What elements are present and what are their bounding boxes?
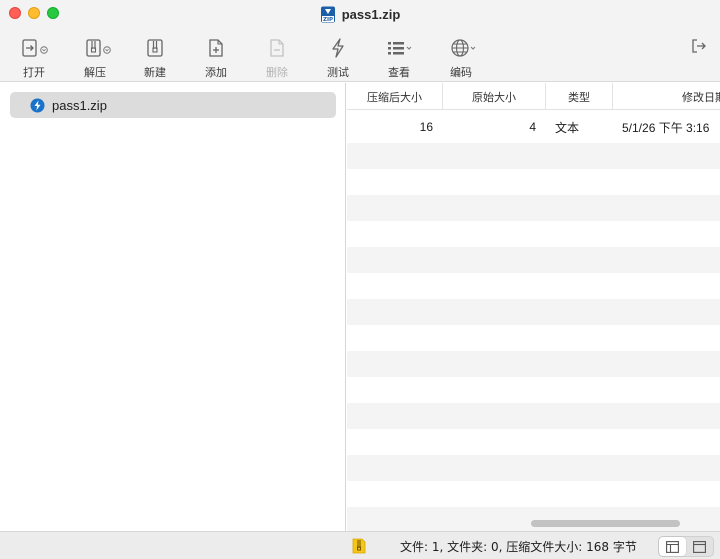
open-icon	[22, 39, 48, 57]
sidebar-item-label: pass1.zip	[52, 97, 107, 113]
zip-archive-icon	[30, 98, 45, 112]
empty-row	[347, 247, 720, 273]
toolbar-encoding-button[interactable]: 编码	[436, 36, 486, 80]
empty-row	[347, 325, 720, 351]
exit-icon[interactable]	[690, 37, 708, 55]
empty-row	[347, 403, 720, 429]
column-header-modified-date[interactable]: 修改日期	[613, 83, 720, 110]
toolbar-new-label: 新建	[144, 66, 166, 79]
add-file-icon	[209, 39, 223, 57]
toolbar-extract-label: 解压	[84, 66, 106, 79]
empty-row	[347, 221, 720, 247]
status-bar: 文件: 1, 文件夹: 0, 压缩文件大小: 168 字节	[0, 531, 720, 559]
globe-icon	[451, 39, 476, 57]
toolbar-add-label: 添加	[205, 66, 227, 79]
view-mode-toggle	[658, 536, 714, 557]
toolbar-view-button[interactable]: 查看	[374, 36, 424, 80]
empty-row	[347, 429, 720, 455]
empty-row	[347, 169, 720, 195]
window-title-text: pass1.zip	[341, 6, 401, 22]
svg-text:ZIP: ZIP	[323, 17, 333, 23]
horizontal-scrollbar[interactable]	[531, 520, 680, 527]
column-header-compressed-size[interactable]: 压缩后大小	[347, 83, 443, 110]
file-table: 压缩后大小 原始大小 类型 修改日期 16 4 文本 5/1/26 下午 3:1…	[347, 83, 720, 531]
test-icon	[332, 38, 344, 58]
empty-row	[347, 195, 720, 221]
toolbar-view-label: 查看	[388, 66, 410, 79]
empty-row	[347, 351, 720, 377]
archive-status-icon	[352, 538, 366, 554]
cell-compressed-size: 16	[419, 120, 433, 134]
delete-file-icon	[270, 39, 284, 57]
window-title: ZIP pass1.zip	[0, 4, 720, 24]
toolbar-delete-button[interactable]: 删除	[252, 36, 302, 80]
split-view-icon	[666, 540, 679, 553]
title-bar: ZIP pass1.zip 打开 解压 新建 添加 删除 测试 查看 编码	[0, 0, 720, 82]
column-header-type[interactable]: 类型	[546, 83, 613, 110]
empty-row	[347, 273, 720, 299]
empty-row	[347, 507, 720, 531]
toolbar-open-label: 打开	[23, 66, 45, 79]
extract-icon	[86, 39, 111, 57]
zip-file-icon: ZIP	[320, 6, 335, 23]
status-text: 文件: 1, 文件夹: 0, 压缩文件大小: 168 字节	[400, 540, 637, 554]
cell-original-size: 4	[529, 120, 536, 134]
empty-row	[347, 481, 720, 507]
empty-row	[347, 299, 720, 325]
empty-row	[347, 143, 720, 169]
table-header: 压缩后大小 原始大小 类型 修改日期	[347, 83, 720, 110]
toolbar-open-button[interactable]: 打开	[9, 36, 59, 80]
toolbar-delete-label: 删除	[266, 66, 288, 79]
list-view-icon	[693, 540, 706, 553]
empty-row	[347, 455, 720, 481]
toolbar-test-label: 测试	[327, 66, 349, 79]
archive-window: ZIP pass1.zip 打开 解压 新建 添加 删除 测试 查看 编码 pa…	[0, 0, 720, 559]
view-list-icon	[388, 42, 412, 55]
split-view-button[interactable]	[659, 537, 686, 556]
empty-row	[347, 377, 720, 403]
new-archive-icon	[147, 39, 163, 57]
toolbar-encoding-label: 编码	[450, 66, 472, 79]
cell-modified-date: 5/1/26 下午 3:16	[622, 120, 710, 135]
toolbar-test-button[interactable]: 测试	[313, 36, 363, 80]
toolbar-new-button[interactable]: 新建	[130, 36, 180, 80]
cell-type: 文本	[555, 120, 580, 135]
sidebar-item-pass1-zip[interactable]: pass1.zip	[10, 92, 336, 118]
table-body: 16 4 文本 5/1/26 下午 3:16	[347, 111, 720, 531]
toolbar-add-button[interactable]: 添加	[191, 36, 241, 80]
table-row[interactable]: 16 4 文本 5/1/26 下午 3:16	[347, 111, 720, 143]
list-view-button[interactable]	[686, 537, 713, 556]
sidebar: pass1.zip	[0, 83, 346, 531]
toolbar-extract-button[interactable]: 解压	[70, 36, 120, 80]
column-header-original-size[interactable]: 原始大小	[443, 83, 546, 110]
